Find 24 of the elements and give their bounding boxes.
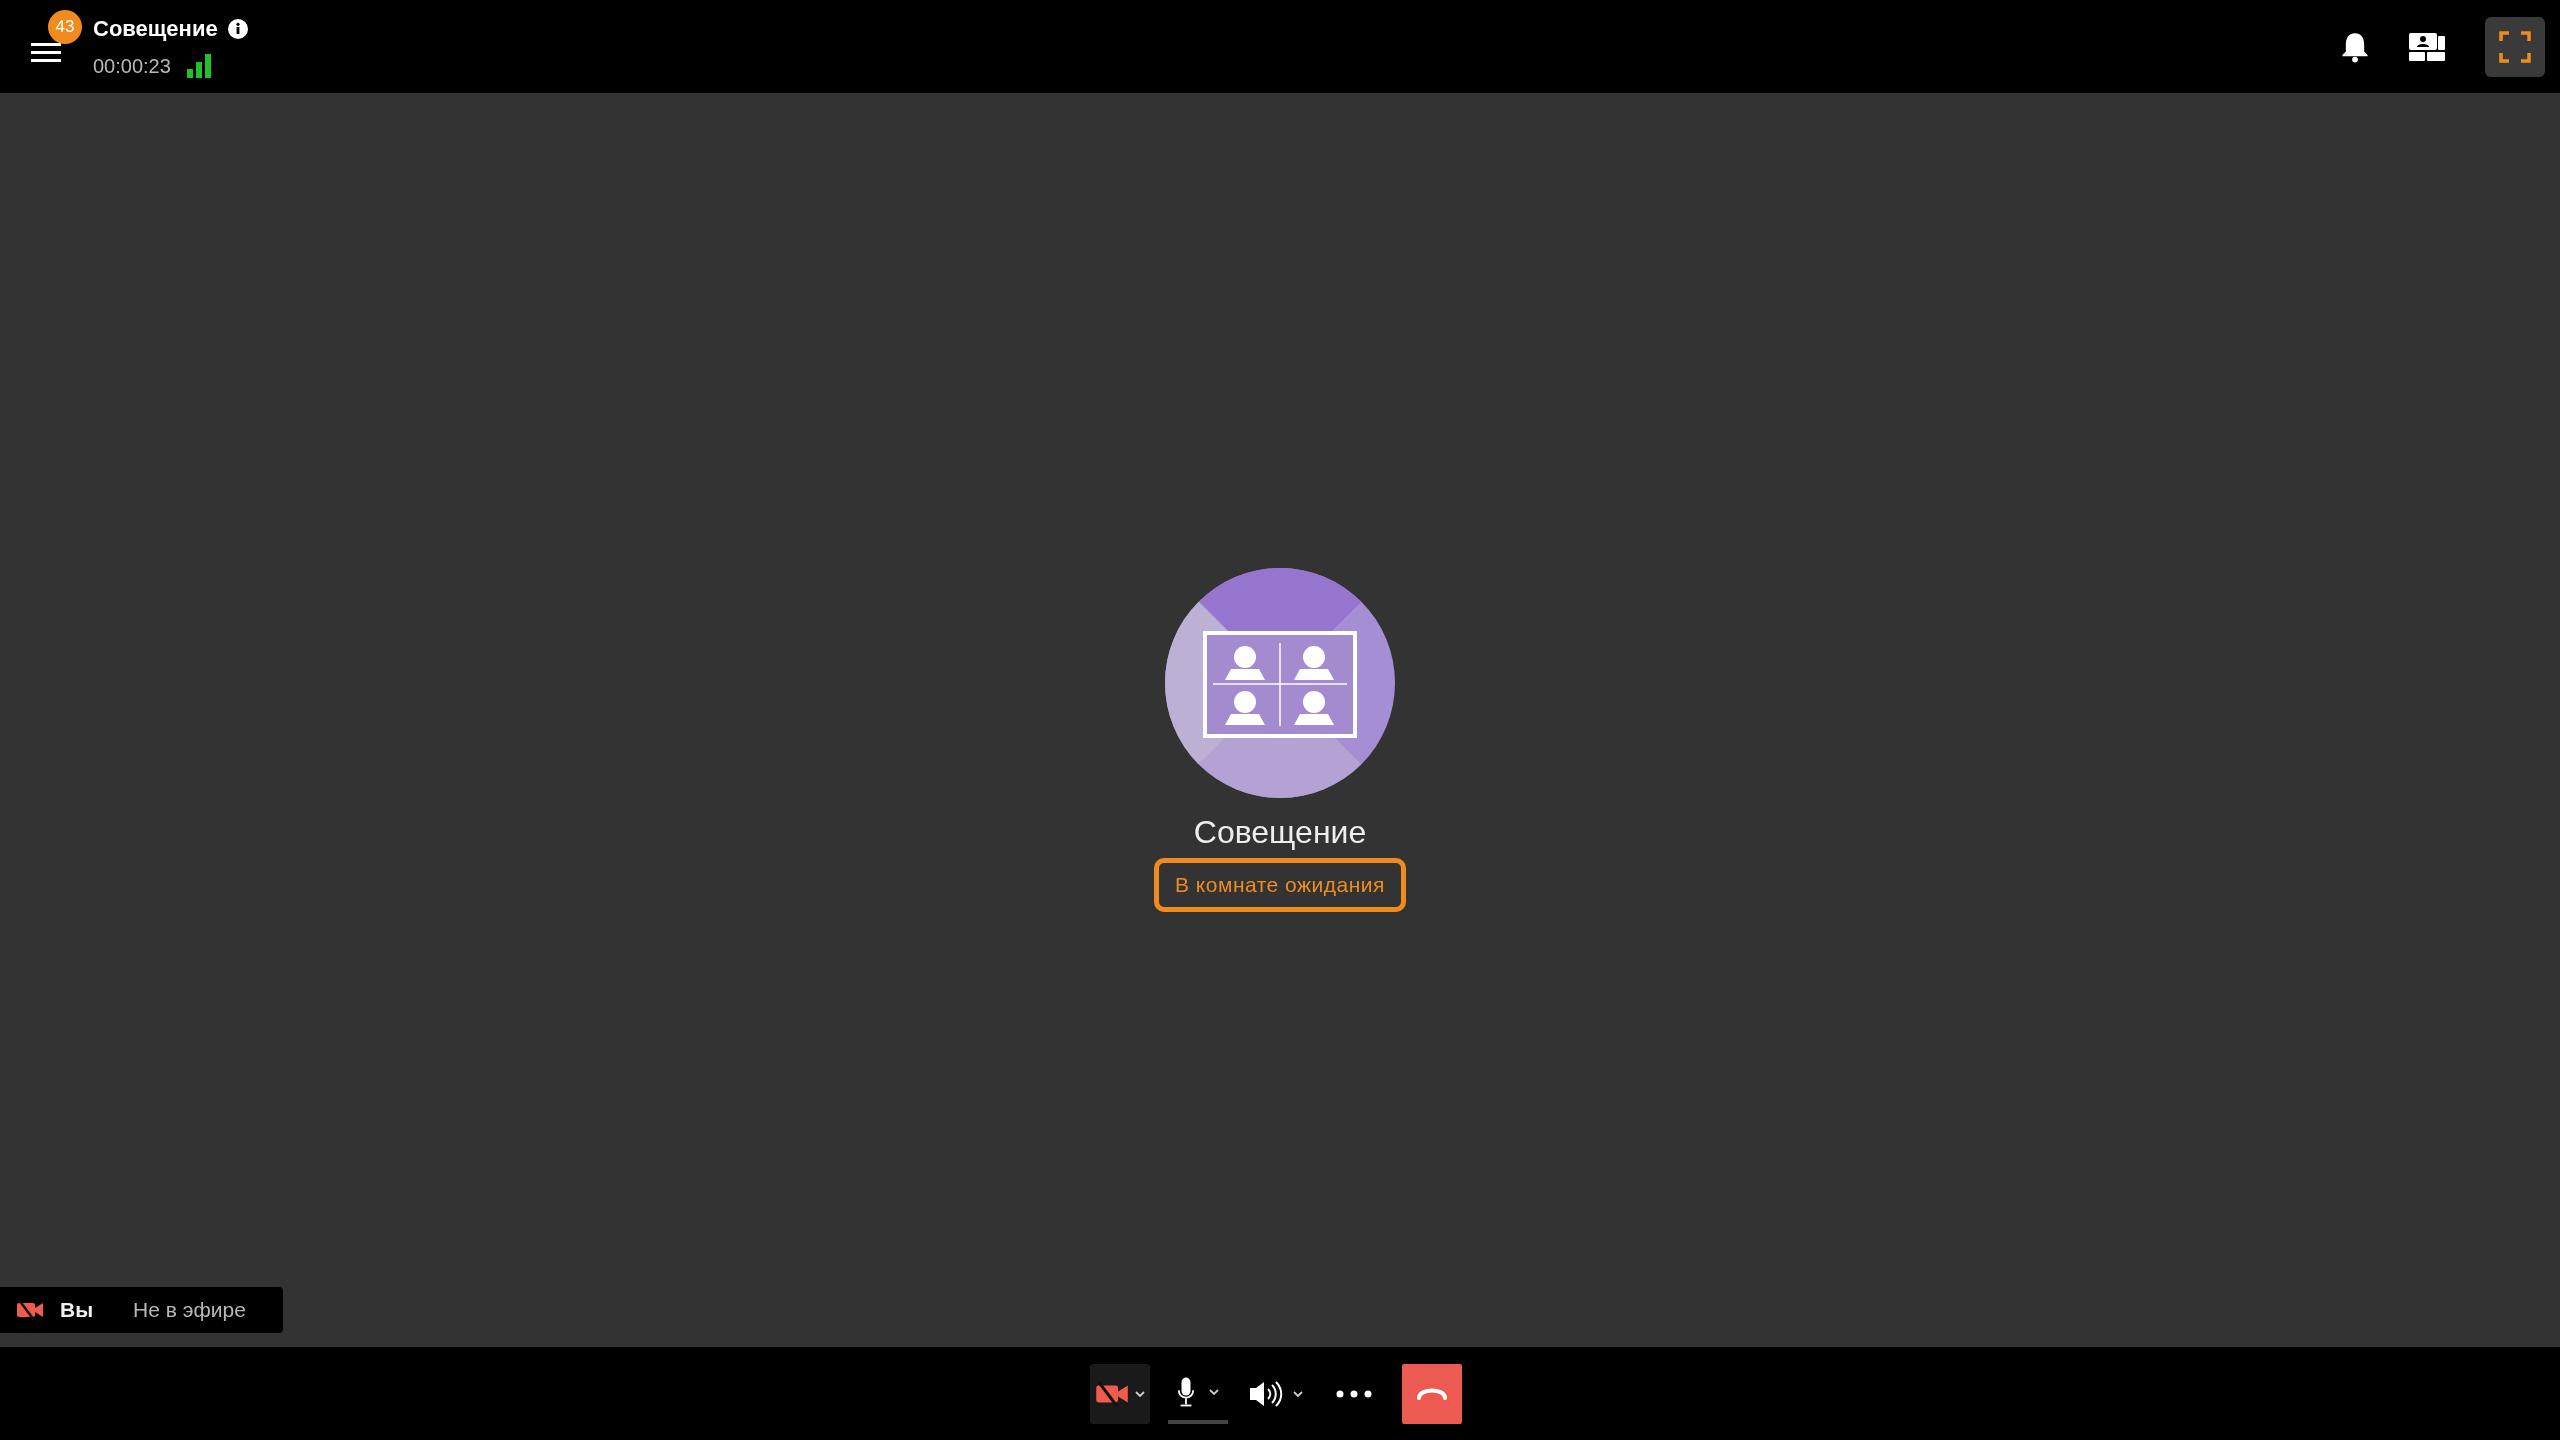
bell-icon[interactable] xyxy=(2341,30,2369,63)
meeting-title: Совещение xyxy=(93,15,218,43)
conference-name: Совещение xyxy=(1193,813,1367,853)
more-icon xyxy=(1336,1389,1372,1398)
chevron-down-icon xyxy=(1135,1390,1145,1397)
chevron-down-icon xyxy=(1209,1388,1219,1395)
chevron-down-icon xyxy=(1293,1390,1303,1397)
fullscreen-icon xyxy=(2499,30,2531,63)
menu-icon xyxy=(31,40,61,63)
waiting-room-status: В комнате ожидания xyxy=(1154,858,1406,912)
speaker-icon xyxy=(1249,1379,1283,1408)
signal-icon xyxy=(186,54,211,78)
camera-off-icon xyxy=(1095,1380,1129,1407)
camera-button[interactable] xyxy=(1090,1363,1150,1424)
fullscreen-button[interactable] xyxy=(2485,16,2545,77)
notification-badge: 43 xyxy=(48,9,82,44)
call-timer: 00:00:23 xyxy=(93,54,171,79)
info-icon[interactable] xyxy=(227,18,248,39)
broadcast-status: Не в эфире xyxy=(133,1297,246,1324)
phone-icon xyxy=(1417,1387,1447,1400)
hang-up-button[interactable] xyxy=(1402,1363,1462,1424)
microphone-icon xyxy=(1177,1375,1195,1408)
participant-name: Вы xyxy=(60,1297,94,1324)
layout-icon[interactable] xyxy=(2409,31,2445,62)
